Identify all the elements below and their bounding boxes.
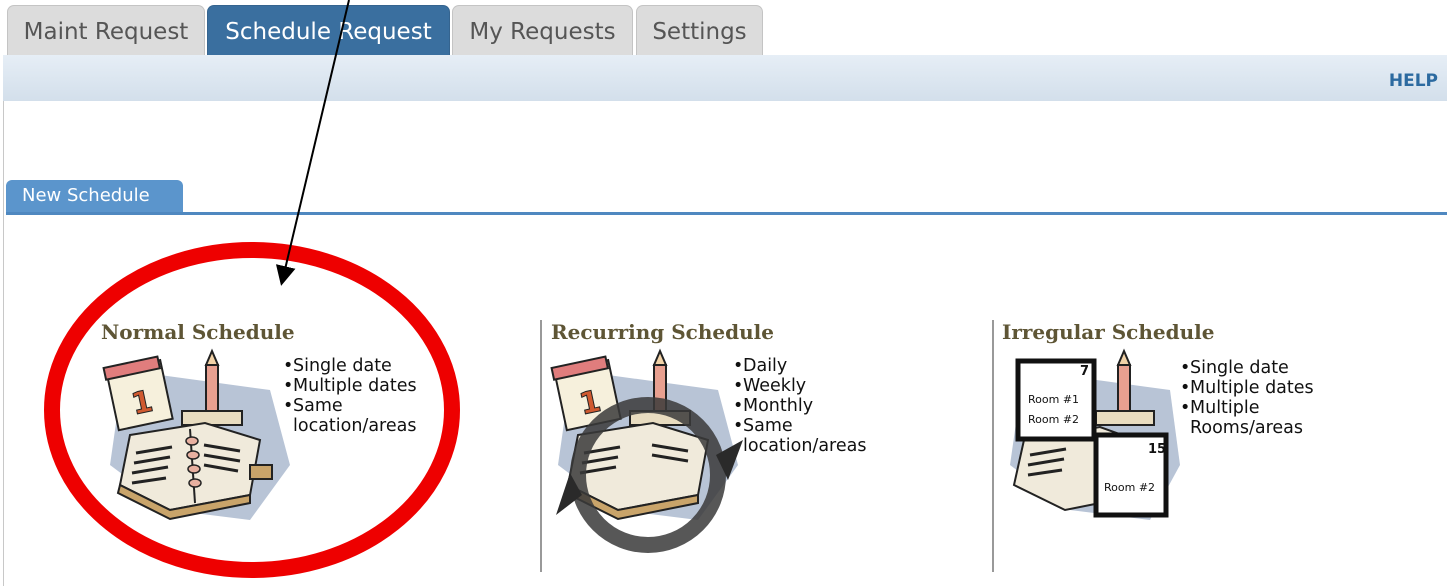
toolbar-strip: HELP — [3, 55, 1447, 101]
content-border — [3, 101, 4, 586]
list-item: Monthly — [733, 396, 893, 416]
help-link[interactable]: HELP — [1389, 71, 1438, 91]
irregular-schedule-title[interactable]: Irregular Schedule — [1002, 320, 1214, 344]
svg-text:Room #2: Room #2 — [1028, 413, 1079, 426]
top-tab-bar: Maint Request Schedule Request My Reques… — [0, 0, 1447, 55]
svg-text:15: 15 — [1148, 442, 1166, 457]
tab-underline — [6, 212, 1447, 215]
list-item: Daily — [733, 356, 893, 376]
irregular-schedule-features: Single date Multiple dates Multiple Room… — [1180, 358, 1340, 438]
list-item: Single date — [283, 356, 443, 376]
svg-text:Room #1: Room #1 — [1028, 393, 1079, 406]
list-item: Single date — [1180, 358, 1340, 378]
normal-schedule-title[interactable]: Normal Schedule — [101, 320, 295, 344]
option-separator — [992, 320, 994, 572]
calendar-icon: 1 — [102, 355, 174, 432]
recurring-schedule-title[interactable]: Recurring Schedule — [551, 320, 774, 344]
list-item: Multiple dates — [283, 376, 443, 396]
list-item: Multiple Rooms/areas — [1180, 398, 1340, 438]
tab-maint-request[interactable]: Maint Request — [7, 5, 205, 55]
option-separator — [540, 320, 542, 572]
list-item: Weekly — [733, 376, 893, 396]
list-item: Multiple dates — [1180, 378, 1340, 398]
svg-text:7: 7 — [1080, 364, 1089, 379]
tab-settings[interactable]: Settings — [636, 5, 763, 55]
tab-schedule-request[interactable]: Schedule Request — [207, 5, 450, 55]
normal-schedule-features: Single date Multiple dates Same location… — [283, 356, 443, 436]
tab-my-requests[interactable]: My Requests — [452, 5, 633, 55]
list-item: Same location/areas — [283, 396, 443, 436]
tab-new-schedule[interactable]: New Schedule — [6, 180, 183, 212]
room-card-icon: 15 Room #2 — [1093, 432, 1169, 518]
room-card-icon: 7 Room #1 Room #2 — [1015, 358, 1097, 442]
recurring-schedule-features: Daily Weekly Monthly Same location/areas — [733, 356, 893, 456]
list-item: Same location/areas — [733, 416, 893, 456]
svg-text:Room #2: Room #2 — [1104, 481, 1155, 494]
recurring-schedule-icon[interactable]: 1 — [548, 345, 748, 575]
irregular-schedule-icon[interactable]: 7 Room #1 Room #2 15 Room #2 — [1000, 345, 1185, 525]
normal-schedule-icon[interactable]: 1 — [100, 345, 300, 530]
